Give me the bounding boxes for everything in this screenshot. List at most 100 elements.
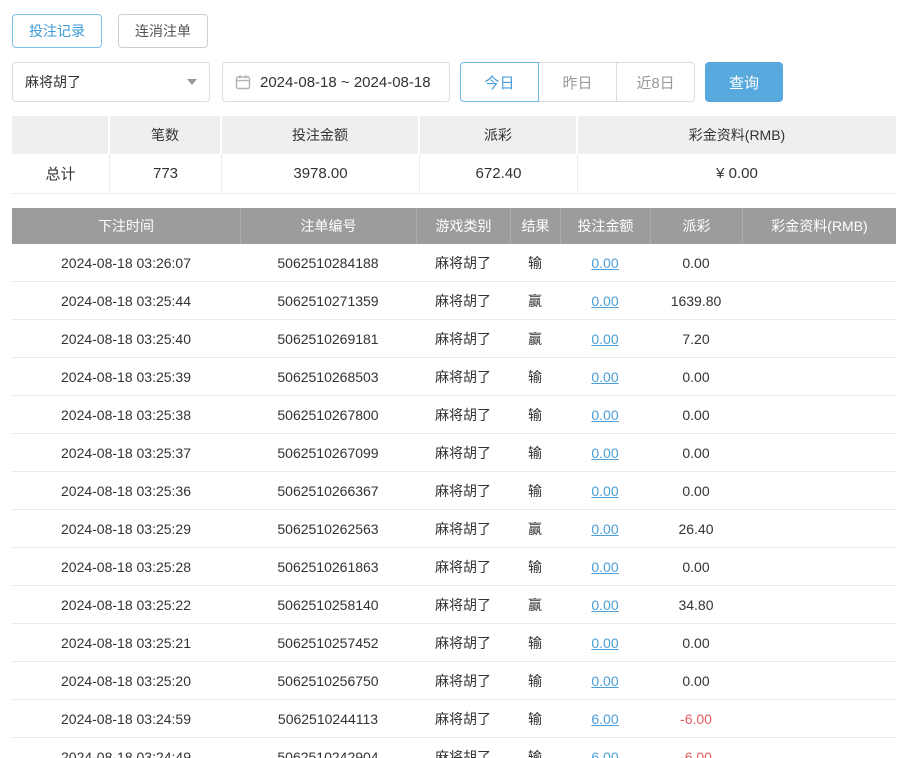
cell-bonus (742, 472, 896, 510)
summary-total-payout: 672.40 (420, 154, 578, 194)
cell-bet-time: 2024-08-18 03:25:40 (12, 320, 240, 358)
game-select[interactable]: 麻将胡了 (12, 62, 210, 102)
bet-amount-link[interactable]: 6.00 (591, 711, 618, 727)
table-row: 2024-08-18 03:25:22 5062510258140 麻将胡了 赢… (12, 586, 896, 624)
cell-order-id: 5062510268503 (240, 358, 416, 396)
cell-game-type: 麻将胡了 (416, 244, 510, 282)
date-range-picker[interactable]: 2024-08-18 ~ 2024-08-18 (222, 62, 450, 102)
cell-bonus (742, 738, 896, 758)
bet-amount-link[interactable]: 0.00 (591, 597, 618, 613)
header-game-type: 游戏类别 (416, 208, 510, 244)
bet-amount-link[interactable]: 0.00 (591, 445, 618, 461)
bet-amount-link[interactable]: 0.00 (591, 483, 618, 499)
cell-result: 赢 (510, 282, 560, 320)
cell-result: 输 (510, 662, 560, 700)
cell-bet-time: 2024-08-18 03:24:49 (12, 738, 240, 758)
cell-bet-amount: 0.00 (560, 510, 650, 548)
cell-bet-time: 2024-08-18 03:25:20 (12, 662, 240, 700)
bet-amount-link[interactable]: 0.00 (591, 255, 618, 271)
cell-game-type: 麻将胡了 (416, 472, 510, 510)
summary-header-row: 笔数 投注金额 派彩 彩金资料(RMB) (12, 116, 896, 154)
cell-bet-amount: 0.00 (560, 244, 650, 282)
cell-bonus (742, 586, 896, 624)
header-bet-amount: 投注金额 (560, 208, 650, 244)
cell-payout: 0.00 (650, 396, 742, 434)
cell-order-id: 5062510258140 (240, 586, 416, 624)
bet-amount-link[interactable]: 0.00 (591, 673, 618, 689)
summary-total-count: 773 (110, 154, 222, 194)
cell-payout: -6.00 (650, 738, 742, 758)
cell-bet-amount: 0.00 (560, 396, 650, 434)
cell-payout: 1639.80 (650, 282, 742, 320)
bet-amount-link[interactable]: 0.00 (591, 521, 618, 537)
cell-bet-amount: 0.00 (560, 662, 650, 700)
cell-game-type: 麻将胡了 (416, 396, 510, 434)
cell-result: 输 (510, 396, 560, 434)
cell-bonus (742, 624, 896, 662)
cell-order-id: 5062510256750 (240, 662, 416, 700)
bet-amount-link[interactable]: 0.00 (591, 369, 618, 385)
today-button[interactable]: 今日 (460, 62, 539, 102)
cell-payout: -6.00 (650, 700, 742, 738)
summary-header-bonus: 彩金资料(RMB) (578, 116, 896, 154)
summary-header-payout: 派彩 (420, 116, 578, 154)
bet-amount-link[interactable]: 0.00 (591, 559, 618, 575)
cell-order-id: 5062510284188 (240, 244, 416, 282)
cell-bonus (742, 510, 896, 548)
cell-payout: 34.80 (650, 586, 742, 624)
cell-payout: 26.40 (650, 510, 742, 548)
cell-bet-amount: 0.00 (560, 434, 650, 472)
cell-game-type: 麻将胡了 (416, 358, 510, 396)
table-row: 2024-08-18 03:26:07 5062510284188 麻将胡了 输… (12, 244, 896, 282)
bet-amount-link[interactable]: 0.00 (591, 293, 618, 309)
table-row: 2024-08-18 03:25:21 5062510257452 麻将胡了 输… (12, 624, 896, 662)
cell-order-id: 5062510242904 (240, 738, 416, 758)
summary-table: 笔数 投注金额 派彩 彩金资料(RMB) 总计 773 3978.00 672.… (12, 116, 896, 194)
cell-result: 输 (510, 434, 560, 472)
game-select-value: 麻将胡了 (25, 74, 81, 90)
header-payout: 派彩 (650, 208, 742, 244)
bet-amount-link[interactable]: 0.00 (591, 407, 618, 423)
cell-result: 输 (510, 244, 560, 282)
bet-amount-link[interactable]: 0.00 (591, 635, 618, 651)
calendar-icon (235, 74, 251, 90)
last-8-days-button[interactable]: 近8日 (616, 62, 695, 102)
top-tabs: 投注记录 连消注单 (12, 0, 896, 48)
header-bet-time: 下注时间 (12, 208, 240, 244)
cell-bet-amount: 0.00 (560, 586, 650, 624)
cell-payout: 0.00 (650, 244, 742, 282)
bet-amount-link[interactable]: 6.00 (591, 749, 618, 758)
yesterday-button[interactable]: 昨日 (538, 62, 617, 102)
cell-order-id: 5062510269181 (240, 320, 416, 358)
table-row: 2024-08-18 03:25:44 5062510271359 麻将胡了 赢… (12, 282, 896, 320)
table-row: 2024-08-18 03:25:37 5062510267099 麻将胡了 输… (12, 434, 896, 472)
cell-payout: 0.00 (650, 358, 742, 396)
table-row: 2024-08-18 03:25:40 5062510269181 麻将胡了 赢… (12, 320, 896, 358)
cell-game-type: 麻将胡了 (416, 282, 510, 320)
cell-bonus (742, 700, 896, 738)
chevron-down-icon (187, 79, 197, 85)
cell-result: 输 (510, 472, 560, 510)
summary-total-bet-amount: 3978.00 (222, 154, 420, 194)
table-row: 2024-08-18 03:24:59 5062510244113 麻将胡了 输… (12, 700, 896, 738)
cell-result: 赢 (510, 586, 560, 624)
table-row: 2024-08-18 03:25:39 5062510268503 麻将胡了 输… (12, 358, 896, 396)
tab-betting-records[interactable]: 投注记录 (12, 14, 102, 48)
header-order-id: 注单编号 (240, 208, 416, 244)
cell-bonus (742, 244, 896, 282)
cell-order-id: 5062510257452 (240, 624, 416, 662)
cell-result: 输 (510, 358, 560, 396)
table-row: 2024-08-18 03:25:28 5062510261863 麻将胡了 输… (12, 548, 896, 586)
summary-header-blank (12, 116, 110, 154)
tab-cancelled-orders[interactable]: 连消注单 (118, 14, 208, 48)
cell-result: 输 (510, 700, 560, 738)
cell-bet-time: 2024-08-18 03:25:21 (12, 624, 240, 662)
cell-bet-time: 2024-08-18 03:24:59 (12, 700, 240, 738)
cell-game-type: 麻将胡了 (416, 624, 510, 662)
table-row: 2024-08-18 03:24:49 5062510242904 麻将胡了 输… (12, 738, 896, 758)
bet-amount-link[interactable]: 0.00 (591, 331, 618, 347)
summary-total-bonus: ¥ 0.00 (578, 154, 896, 194)
summary-header-bet-amount: 投注金额 (222, 116, 420, 154)
query-button[interactable]: 查询 (705, 62, 783, 102)
cell-payout: 7.20 (650, 320, 742, 358)
